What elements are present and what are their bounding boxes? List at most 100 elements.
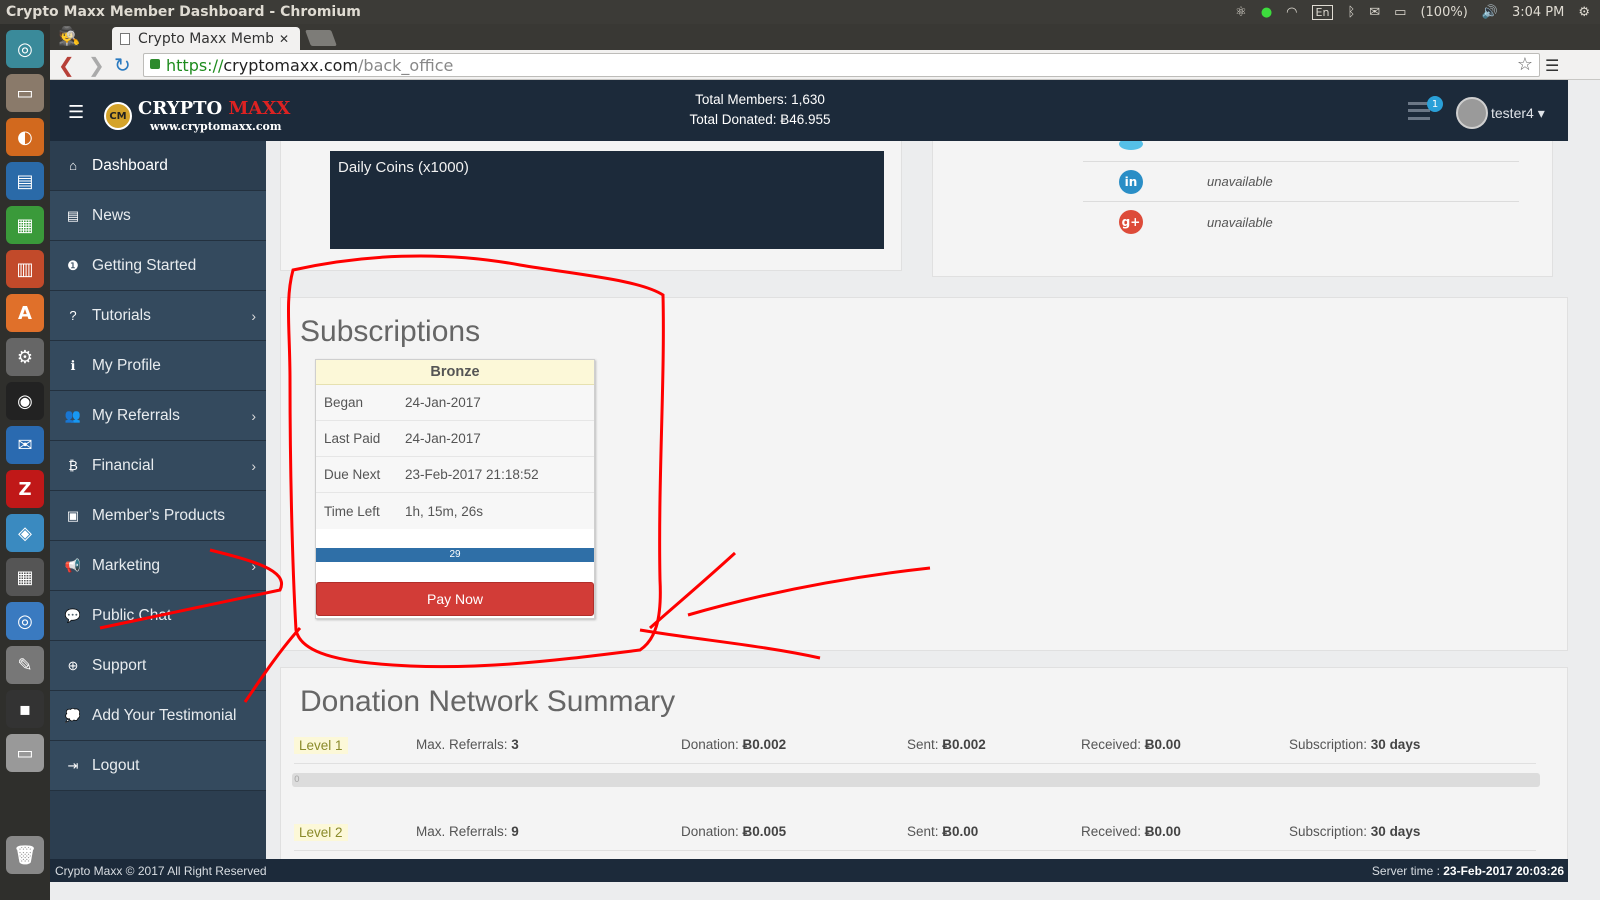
sidebar-item-label: Marketing bbox=[92, 556, 161, 574]
chromium-icon[interactable]: ◎ bbox=[6, 602, 44, 640]
max-referrals: Max. Referrals: 9 bbox=[416, 824, 519, 839]
page-icon bbox=[120, 32, 130, 45]
keyboard-layout-indicator[interactable]: En bbox=[1311, 4, 1334, 20]
workspace-switcher-icon[interactable]: ▦ bbox=[6, 558, 44, 596]
sidebar-item-tutorials[interactable]: ? Tutorials › bbox=[50, 291, 266, 341]
back-arrow-icon[interactable]: ❮ bbox=[58, 53, 75, 77]
sidebar-item-financial[interactable]: ₿ Financial › bbox=[50, 441, 266, 491]
hamburger-menu-icon[interactable]: ☰ bbox=[68, 102, 84, 123]
info-circle-icon: ❶ bbox=[67, 257, 79, 273]
unity-launcher: ◎ ▭ ◐ ▤ ▦ ▥ A ⚙ ◉ ✉ Z ◈ ▦ ◎ ✎ ▪ ▭ 🗑 bbox=[0, 24, 50, 900]
total-donated: Total Donated: Ƀ46.955 bbox=[689, 112, 831, 127]
pay-now-button[interactable]: Pay Now bbox=[316, 582, 594, 616]
filezilla-icon[interactable]: Z bbox=[6, 470, 44, 508]
received-value: Ƀ0.00 bbox=[1144, 824, 1181, 839]
notification-badge[interactable]: 1 bbox=[1427, 96, 1443, 112]
sidebar-item-support[interactable]: ⊕ Support bbox=[50, 641, 266, 691]
wifi-icon[interactable]: ◠ bbox=[1286, 5, 1297, 20]
thunderbird-icon[interactable]: ✉ bbox=[6, 426, 44, 464]
system-settings-icon[interactable]: ⚙ bbox=[6, 338, 44, 376]
app-icon[interactable]: ◈ bbox=[6, 514, 44, 552]
donation-value: Ƀ0.005 bbox=[742, 824, 787, 839]
linkedin-icon[interactable]: in bbox=[1119, 169, 1143, 194]
settings-gear-icon[interactable]: ⚙ bbox=[1578, 5, 1590, 20]
address-bar[interactable]: https://cryptomaxx.com/back_office ☆ bbox=[143, 53, 1540, 77]
sent-label: Sent: bbox=[907, 737, 943, 752]
logo[interactable]: CM CRYPTO MAXX www.cryptomaxx.com bbox=[104, 90, 290, 134]
subscription: Subscription: 30 days bbox=[1289, 737, 1420, 752]
url-host: cryptomaxx.com bbox=[223, 55, 359, 75]
sidebar-item-members-products[interactable]: ▣ Member's Products bbox=[50, 491, 266, 541]
donation: Donation: Ƀ0.002 bbox=[681, 737, 786, 752]
android-icon[interactable]: ● bbox=[1261, 5, 1272, 20]
software-center-icon[interactable]: A bbox=[6, 294, 44, 332]
ubuntu-dash-icon[interactable]: ◎ bbox=[6, 30, 44, 68]
forward-arrow-icon[interactable]: ❯ bbox=[88, 53, 105, 77]
app-header: ☰ CM CRYPTO MAXX www.cryptomaxx.com Tota… bbox=[50, 80, 1568, 141]
files-icon[interactable]: ▭ bbox=[6, 74, 44, 112]
battery-icon[interactable]: ▭ bbox=[1394, 5, 1406, 20]
sidebar-item-logout[interactable]: ⇥ Logout bbox=[50, 741, 266, 791]
sidebar-item-my-profile[interactable]: ℹ My Profile bbox=[50, 341, 266, 391]
sidebar-item-add-testimonial[interactable]: 💭 Add Your Testimonial bbox=[50, 691, 266, 741]
subscription-card: Bronze Began 24-Jan-2017 Last Paid 24-Ja… bbox=[315, 359, 595, 619]
sidebar-item-marketing[interactable]: 📢 Marketing › bbox=[50, 541, 266, 591]
trash-icon[interactable]: 🗑 bbox=[6, 836, 44, 874]
sign-out-icon: ⇥ bbox=[67, 757, 79, 773]
chevron-right-icon: › bbox=[251, 458, 256, 474]
donation-label: Donation: bbox=[681, 824, 743, 839]
terminal-icon[interactable]: ▪ bbox=[6, 690, 44, 728]
sidebar-item-public-chat[interactable]: 💬 Public Chat bbox=[50, 591, 266, 641]
user-menu[interactable]: tester4 ▾ bbox=[1491, 105, 1545, 122]
google-plus-icon[interactable]: g+ bbox=[1119, 210, 1143, 234]
new-tab-button[interactable] bbox=[305, 30, 337, 46]
avatar[interactable] bbox=[1456, 97, 1488, 129]
calc-icon[interactable]: ▦ bbox=[6, 206, 44, 244]
browser-menu-icon[interactable]: ☰ bbox=[1545, 56, 1559, 75]
bluetooth-icon[interactable]: ᛒ bbox=[1347, 5, 1355, 20]
donation-level-row: Level 1 Max. Referrals: 3 Donation: Ƀ0.0… bbox=[294, 728, 1536, 764]
main-content: Daily Coins (x1000) in unavailable g+ un… bbox=[266, 141, 1568, 859]
browser-tab[interactable]: Crypto Maxx Memb ✕ bbox=[112, 27, 300, 50]
window-title: Crypto Maxx Member Dashboard - Chromium bbox=[6, 4, 361, 20]
mail-icon[interactable]: ✉ bbox=[1369, 5, 1380, 20]
subscription-row: Due Next 23-Feb-2017 21:18:52 bbox=[316, 457, 594, 493]
sidebar-item-label: Member's Products bbox=[92, 506, 226, 524]
max-referrals: Max. Referrals: 3 bbox=[416, 737, 519, 752]
close-tab-icon[interactable]: ✕ bbox=[279, 32, 289, 46]
atom-icon[interactable]: ⚛ bbox=[1235, 5, 1247, 20]
subscription-label: Subscription: bbox=[1289, 824, 1371, 839]
impress-icon[interactable]: ▥ bbox=[6, 250, 44, 288]
logo-maxx: MAXX bbox=[228, 98, 291, 119]
sidebar-item-label: Add Your Testimonial bbox=[92, 706, 237, 724]
clock[interactable]: 3:04 PM bbox=[1512, 5, 1564, 20]
twitter-icon[interactable] bbox=[1119, 141, 1143, 150]
obs-icon[interactable]: ◉ bbox=[6, 382, 44, 420]
subscription-label: Subscription: bbox=[1289, 737, 1371, 752]
text-editor-icon[interactable]: ✎ bbox=[6, 646, 44, 684]
received: Received: Ƀ0.00 bbox=[1081, 737, 1181, 752]
received-value: Ƀ0.00 bbox=[1144, 737, 1181, 752]
users-icon: 👥 bbox=[64, 407, 82, 423]
drive-icon[interactable]: ▭ bbox=[6, 734, 44, 772]
sidebar-item-dashboard[interactable]: ⌂ Dashboard bbox=[50, 141, 266, 191]
subscription-value: 30 days bbox=[1370, 824, 1421, 839]
bookmark-star-icon[interactable]: ☆ bbox=[1517, 54, 1533, 75]
volume-icon[interactable]: 🔊 bbox=[1482, 5, 1498, 20]
sidebar-item-my-referrals[interactable]: 👥 My Referrals › bbox=[50, 391, 266, 441]
subscription-row: Began 24-Jan-2017 bbox=[316, 385, 594, 421]
reload-icon[interactable]: ↻ bbox=[114, 53, 131, 77]
row-value: 24-Jan-2017 bbox=[405, 431, 481, 446]
sidebar-item-label: Logout bbox=[92, 756, 140, 774]
sidebar-item-news[interactable]: ▤ News bbox=[50, 191, 266, 241]
system-tray: ⚛ ● ◠ En ᛒ ✉ ▭ (100%) 🔊 3:04 PM ⚙ bbox=[1235, 4, 1600, 20]
sidebar-item-label: Support bbox=[92, 656, 147, 674]
firefox-icon[interactable]: ◐ bbox=[6, 118, 44, 156]
logo-coin-icon: CM bbox=[104, 102, 132, 130]
writer-icon[interactable]: ▤ bbox=[6, 162, 44, 200]
life-ring-icon: ⊕ bbox=[67, 657, 79, 673]
daily-coins-title: Daily Coins (x1000) bbox=[338, 159, 469, 176]
sidebar-item-getting-started[interactable]: ❶ Getting Started bbox=[50, 241, 266, 291]
sidebar-item-label: Public Chat bbox=[92, 606, 172, 624]
progress-fill: 29 bbox=[316, 548, 594, 562]
